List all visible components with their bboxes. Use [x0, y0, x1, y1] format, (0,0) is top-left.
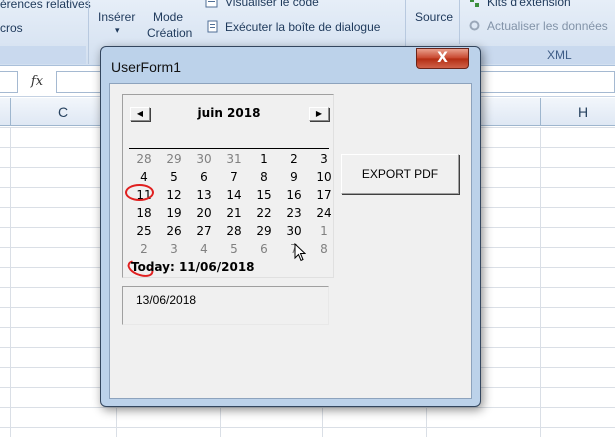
- column-divider: [540, 98, 541, 126]
- ribbon-executer-boite[interactable]: Exécuter la boîte de dialogue: [225, 20, 380, 34]
- userform-titlebar[interactable]: UserForm1 X: [101, 47, 480, 83]
- grid-line: [10, 127, 11, 437]
- today-label[interactable]: Today: 11/06/2018: [131, 260, 255, 274]
- ribbon-visualiser-code[interactable]: Visualiser le code: [225, 0, 319, 9]
- previous-month-button[interactable]: ◀: [130, 107, 150, 121]
- calendar-day[interactable]: 5: [219, 242, 249, 256]
- grid-line: [540, 127, 541, 437]
- ribbon-source-button[interactable]: Source: [415, 10, 453, 24]
- calendar-day[interactable]: 4: [189, 242, 219, 256]
- userform-window: UserForm1 X ◀ juin 2018 ▶ 28 29 30 31 1 2 3 4 5 6…: [100, 46, 481, 407]
- calendar-day[interactable]: 29: [159, 152, 189, 166]
- calendar-day[interactable]: 30: [279, 224, 309, 238]
- calendar-day[interactable]: 27: [189, 224, 219, 238]
- column-header-c[interactable]: C: [58, 104, 68, 120]
- calendar-day[interactable]: 28: [219, 224, 249, 238]
- name-box[interactable]: [0, 71, 18, 93]
- ribbon-group-xml-label: XML: [547, 48, 572, 62]
- calendar-day[interactable]: 31: [219, 152, 249, 166]
- calendar-day[interactable]: 2: [279, 152, 309, 166]
- ribbon-actualiser-donnees: Actualiser les données: [487, 19, 608, 33]
- ribbon-references-relatives[interactable]: érences relatives: [0, 0, 91, 11]
- calendar-divider: [129, 148, 329, 149]
- calendar-day[interactable]: 30: [189, 152, 219, 166]
- column-divider: [10, 98, 11, 126]
- calendar-day[interactable]: 28: [129, 152, 159, 166]
- selected-date-field[interactable]: 13/06/2018: [122, 286, 329, 325]
- arrow-left-icon: ◀: [136, 109, 144, 118]
- calendar-day[interactable]: 21: [219, 206, 249, 220]
- calendar-day[interactable]: 23: [279, 206, 309, 220]
- ribbon-group-bar-xml: [461, 46, 615, 64]
- close-icon: X: [437, 50, 448, 66]
- ribbon-group-bar-code: [0, 46, 86, 64]
- ribbon-separator: [88, 0, 89, 64]
- calendar-day[interactable]: 13: [189, 188, 219, 202]
- next-month-button[interactable]: ▶: [309, 107, 329, 121]
- calendar-month-label: juin 2018: [197, 106, 261, 120]
- userform-client-area: ◀ juin 2018 ▶ 28 29 30 31 1 2 3 4 5 6 7 8 9 10 11 12 13 1…: [109, 83, 472, 399]
- calendar-day[interactable]: 10: [309, 170, 339, 184]
- calendar-day[interactable]: 20: [189, 206, 219, 220]
- calendar-day[interactable]: 1: [249, 152, 279, 166]
- calendar-day[interactable]: 3: [159, 242, 189, 256]
- calendar-day[interactable]: 9: [279, 170, 309, 184]
- calendar-day[interactable]: 3: [309, 152, 339, 166]
- calendar-day[interactable]: 7: [219, 170, 249, 184]
- export-pdf-button[interactable]: EXPORT PDF: [341, 154, 459, 194]
- ribbon-inserer-button[interactable]: Insérer: [98, 10, 135, 24]
- calendar-day[interactable]: 22: [249, 206, 279, 220]
- calendar-day[interactable]: 29: [249, 224, 279, 238]
- calendar-day[interactable]: 2: [129, 242, 159, 256]
- ribbon-mode-label[interactable]: Mode: [153, 10, 183, 24]
- calendar-day[interactable]: 15: [249, 188, 279, 202]
- calendar-day[interactable]: 1: [309, 224, 339, 238]
- calendar-day[interactable]: 24: [309, 206, 339, 220]
- arrow-right-icon: ▶: [315, 109, 323, 118]
- calendar-day[interactable]: 14: [219, 188, 249, 202]
- mouse-cursor-icon: [294, 243, 306, 262]
- run-dialog-icon: [207, 20, 218, 33]
- ribbon-creation-label[interactable]: Création: [147, 26, 192, 40]
- calendar-day[interactable]: 17: [309, 188, 339, 202]
- chevron-down-icon: ▾: [115, 25, 120, 35]
- calendar-day[interactable]: 6: [189, 170, 219, 184]
- selected-date-value: 13/06/2018: [136, 293, 197, 307]
- view-code-icon: [205, 0, 218, 8]
- calendar-day[interactable]: 4: [129, 170, 159, 184]
- ribbon-kits-extension[interactable]: Kits d'extension: [487, 0, 571, 9]
- calendar-day[interactable]: 18: [129, 206, 159, 220]
- calendar-day[interactable]: 6: [249, 242, 279, 256]
- insert-function-button[interactable]: fx: [22, 72, 52, 92]
- calendar-day[interactable]: 16: [279, 188, 309, 202]
- calendar-day[interactable]: 8: [249, 170, 279, 184]
- calendar-day[interactable]: 12: [159, 188, 189, 202]
- ribbon-macros[interactable]: cros: [0, 21, 23, 35]
- calendar-day[interactable]: 25: [129, 224, 159, 238]
- expansion-packs-icon: [470, 0, 479, 7]
- calendar-day[interactable]: 19: [159, 206, 189, 220]
- calendar-day[interactable]: 8: [309, 242, 339, 256]
- column-header-h[interactable]: H: [578, 104, 588, 120]
- close-button[interactable]: X: [416, 48, 469, 69]
- refresh-data-icon: [469, 20, 480, 31]
- userform-title: UserForm1: [111, 59, 182, 75]
- calendar-day[interactable]: 26: [159, 224, 189, 238]
- ribbon-separator: [459, 0, 460, 44]
- today-highlight-circle: [125, 184, 154, 201]
- calendar-day[interactable]: 5: [159, 170, 189, 184]
